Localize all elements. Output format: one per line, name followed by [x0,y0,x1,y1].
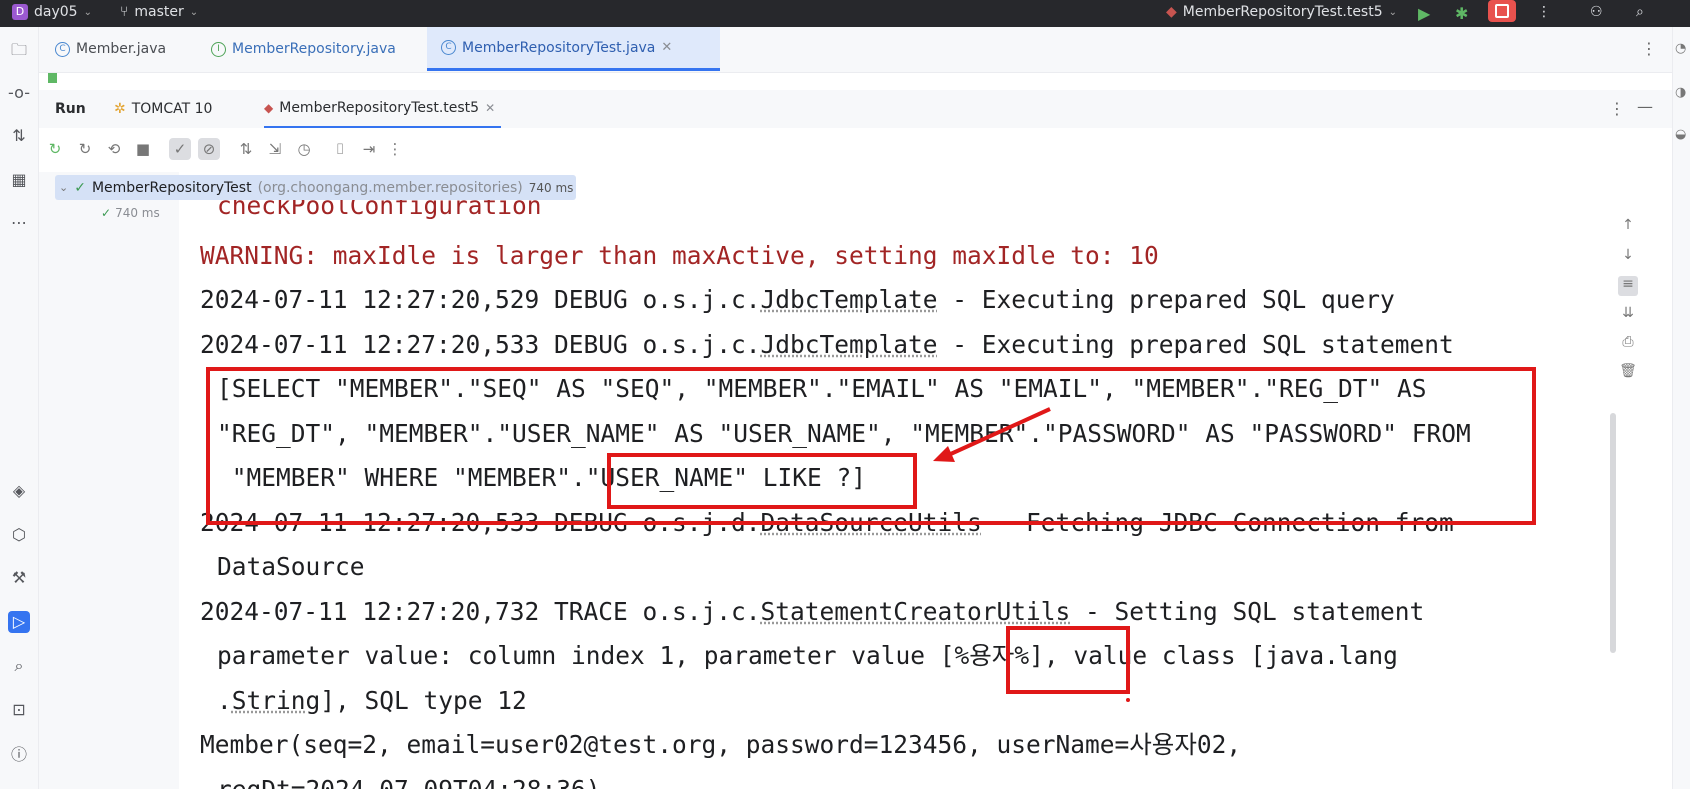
annotation-arrow-line [943,407,1051,459]
annotation-arrow [933,407,1130,702]
annotation-dot [1126,698,1130,702]
